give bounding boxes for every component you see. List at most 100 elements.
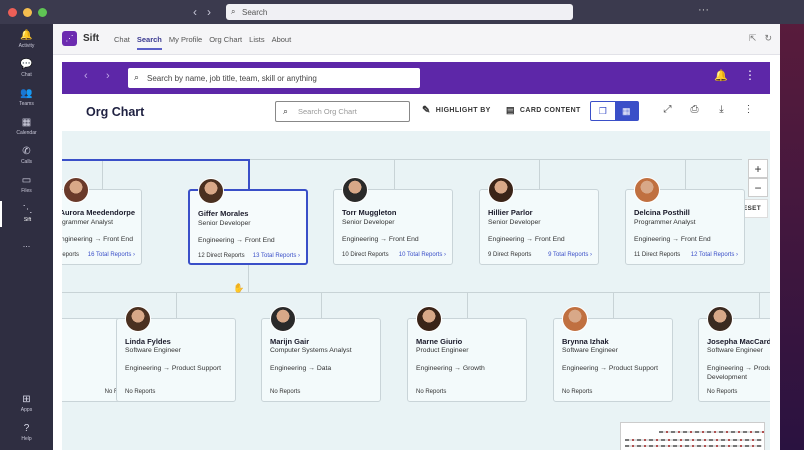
total-reports-link[interactable]: 10 Total Reports ›	[399, 252, 446, 258]
print-icon[interactable]: ⎙	[681, 104, 708, 115]
employee-name: Brynna Izhak	[562, 337, 609, 346]
rail-item-files[interactable]: ▭ Files	[0, 172, 53, 198]
refresh-icon[interactable]: ↻	[764, 33, 772, 44]
employee-role: Programmer Analyst	[62, 219, 113, 226]
org-chart-canvas[interactable]: + − RESET ⌄ ✋ Aurora MeedendorpeProgramm…	[62, 131, 770, 450]
employee-card[interactable]: Aurora Meedendorpe Programmer Analyst Engi…	[62, 177, 142, 265]
connector-line	[248, 265, 249, 293]
grid-view-icon[interactable]: ▦	[614, 102, 638, 120]
rail-item-more[interactable]: ...	[0, 230, 53, 256]
rail-item-teams[interactable]: 👥 Teams	[0, 85, 53, 111]
reports-count: No Reports	[562, 389, 593, 395]
single-view-icon[interactable]: ❐	[591, 102, 615, 120]
highlight-by-button[interactable]: ✎ HIGHLIGHT BY	[422, 105, 491, 116]
total-reports-link[interactable]: 13 Total Reports ›	[253, 253, 300, 259]
employee-role: Software Engineer	[707, 347, 763, 354]
connector-line	[102, 159, 103, 189]
rail-item-label: Files	[21, 188, 32, 194]
total-reports-link[interactable]: 9 Total Reports ›	[548, 252, 592, 258]
employee-name: Hillier Parlor	[488, 208, 533, 217]
sift-app: ⋰ Sift Chat Search My Profile Org Chart List…	[53, 24, 780, 450]
rail-item-chat[interactable]: 💬 Chat	[0, 56, 53, 82]
connector-line	[321, 292, 322, 318]
employee-card[interactable]: Marijn Gair Computer Systems Analyst Engin…	[261, 306, 381, 402]
org-chart-search-input[interactable]: ⌕ Search Org Chart	[275, 101, 410, 122]
zoom-out-button[interactable]: −	[748, 178, 768, 197]
forward-arrow-icon[interactable]: ›	[207, 5, 211, 19]
tab-about[interactable]: About	[272, 35, 292, 50]
sift-search-input[interactable]: ⌕ Search by name, job title, team, skill…	[128, 68, 420, 88]
card-content-button[interactable]: ▤ CARD CONTENT	[506, 105, 581, 116]
fullscreen-icon[interactable]: ⤢	[654, 104, 681, 115]
selected-connector-line	[62, 159, 249, 161]
rail-item-label: Teams	[19, 101, 34, 107]
employee-card[interactable]: Giffer Morales Senior Developer Engineerin…	[188, 178, 308, 265]
file-icon: ▭	[21, 175, 32, 186]
avatar	[488, 177, 514, 203]
total-reports-link[interactable]: 16 Total Reports ›	[88, 252, 135, 258]
page-title: Org Chart	[86, 105, 145, 119]
org-search-placeholder: Search Org Chart	[298, 107, 357, 116]
employee-role: Computer Systems Analyst	[270, 347, 352, 354]
employee-name: Giffer Morales	[198, 209, 249, 218]
org-chart-minimap[interactable]	[620, 422, 765, 450]
reports-count: No Reports	[270, 389, 301, 395]
employee-team: Engineering → Front End	[342, 236, 419, 243]
more-vertical-icon[interactable]: ⋮	[744, 68, 756, 82]
tab-my-profile[interactable]: My Profile	[169, 35, 202, 50]
employee-name: Linda Fyldes	[125, 337, 171, 346]
tab-search[interactable]: Search	[136, 35, 162, 50]
forward-arrow-icon[interactable]: ›	[106, 70, 110, 82]
download-icon[interactable]: ⤓	[708, 104, 735, 115]
direct-reports: 10 Direct Reports	[342, 252, 389, 258]
minimap-row	[625, 445, 762, 447]
rail-item-label: ...	[22, 239, 31, 249]
reports-count: No Reports	[125, 389, 156, 395]
total-reports-link[interactable]: 12 Total Reports ›	[691, 252, 738, 258]
maximize-window-button[interactable]	[38, 7, 47, 17]
employee-card[interactable]: Marne Giurio Product Engineer Engineering …	[407, 306, 527, 402]
connector-line	[467, 292, 468, 318]
employee-team: Engineering → Product Support	[562, 365, 658, 372]
notifications-bell-icon[interactable]: 🔔	[714, 69, 728, 82]
avatar	[198, 178, 224, 204]
sift-toolbar: ‹ › ⌕ Search by name, job title, team, s…	[62, 62, 770, 94]
employee-card[interactable]: Torr Muggleton Senior Developer Engineerin…	[333, 177, 453, 265]
sift-icon: ⋱	[22, 204, 33, 215]
employee-card[interactable]: Hillier Parlor Senior Developer Engineerin…	[479, 177, 599, 265]
rail-item-help[interactable]: ? Help	[0, 420, 53, 446]
rail-item-activity[interactable]: 🔔 Activity	[0, 27, 53, 53]
tab-lists[interactable]: Lists	[249, 35, 264, 50]
rail-item-calendar[interactable]: ▦ Calendar	[0, 114, 53, 140]
hand-cursor-icon: ✋	[233, 283, 245, 293]
rail-item-label: Calls	[20, 159, 33, 165]
employee-card[interactable]: Brynna Izhak Software Engineer Engineering…	[553, 306, 673, 402]
rail-item-sift[interactable]: ⋱ Sift	[0, 201, 53, 227]
zoom-in-button[interactable]: +	[748, 159, 768, 178]
teams-search-input[interactable]: ⌕ Search	[226, 4, 573, 20]
employee-card[interactable]: Josepha MacCard Software Engineer Engineer…	[698, 306, 770, 402]
popout-icon[interactable]: ⇱	[749, 33, 757, 44]
reports-count: No Reports	[416, 389, 447, 395]
employee-team: Engineering → Front End	[634, 236, 711, 243]
rail-item-apps[interactable]: ⊞ Apps	[0, 391, 53, 417]
employee-role: Product Engineer	[416, 347, 469, 354]
connector-line	[394, 159, 395, 189]
search-icon: ⌕	[231, 7, 236, 16]
more-vertical-icon[interactable]: ⋮	[735, 104, 762, 115]
avatar	[63, 177, 89, 203]
rail-item-calls[interactable]: ✆ Calls	[0, 143, 53, 169]
back-arrow-icon[interactable]: ‹	[193, 5, 197, 19]
employee-card[interactable]: Linda Fyldes Software Engineer Engineering…	[116, 306, 236, 402]
minimize-window-button[interactable]	[23, 7, 32, 17]
back-arrow-icon[interactable]: ‹	[84, 70, 88, 82]
employee-name: Marne Giurio	[416, 337, 463, 346]
rail-item-label: Apps	[20, 407, 33, 413]
employee-card[interactable]: Delcina Posthill Programmer Analyst Engine…	[625, 177, 745, 265]
more-options-icon[interactable]: ···	[698, 4, 709, 16]
avatar	[634, 177, 660, 203]
highlight-by-label: HIGHLIGHT BY	[435, 107, 491, 114]
close-window-button[interactable]	[8, 7, 17, 17]
tab-org-chart[interactable]: Org Chart	[209, 35, 242, 50]
tab-chat[interactable]: Chat	[114, 35, 130, 50]
